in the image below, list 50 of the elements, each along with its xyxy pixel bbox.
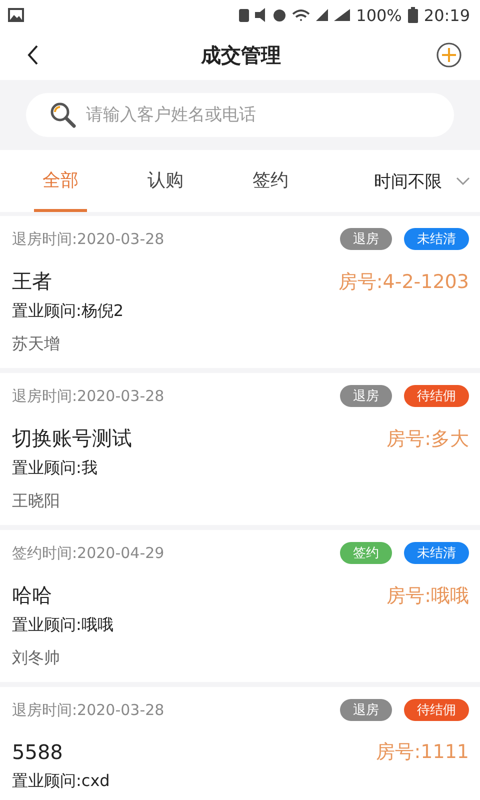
search-bar[interactable]: 请输入客户姓名或电话 <box>26 93 454 137</box>
customer-name: 切换账号测试 <box>12 425 133 452</box>
customer-name: 哈哈 <box>12 582 53 609</box>
client-name: 王晓阳 <box>12 491 61 512</box>
time-filter-dropdown[interactable]: 时间不限 <box>374 150 470 212</box>
chevron-left-icon <box>27 45 39 65</box>
image-icon <box>8 8 24 22</box>
deal-card[interactable]: 退房时间:2020-03-28 退房 待结佣 5588 房号:1111 置业顾问:cxd <box>0 687 480 800</box>
status-tag: 待结佣 <box>404 699 469 721</box>
status-tag: 退房 <box>340 228 392 250</box>
deal-card[interactable]: 签约时间:2020-04-29 签约 未结清 哈哈 房号:哦哦 置业顾问:哦哦 刘冬帅 <box>0 530 480 682</box>
chevron-down-icon <box>456 177 470 185</box>
search-field[interactable]: 请输入客户姓名或电话 <box>84 104 430 126</box>
room-number: 房号:多大 <box>386 426 469 452</box>
battery-icon <box>408 7 418 23</box>
consultant-label: 置业顾问:我 <box>12 458 98 479</box>
mute-icon <box>255 8 268 22</box>
search-icon <box>50 102 76 128</box>
status-tag: 待结佣 <box>404 385 469 407</box>
room-number: 房号:1111 <box>376 740 469 765</box>
status-tag: 未结清 <box>404 542 469 564</box>
consultant-label: 置业顾问:杨倪2 <box>12 301 125 322</box>
deal-card[interactable]: 退房时间:2020-03-28 退房 待结佣 切换账号测试 房号:多大 置业顾问:我 王晓阳 <box>0 373 480 525</box>
plus-circle-icon <box>436 42 462 68</box>
filter-tab[interactable]: 签约 <box>244 150 297 212</box>
battery-level: 100% <box>356 6 402 24</box>
signal-icon <box>334 9 350 21</box>
customer-name: 王者 <box>12 268 53 295</box>
deal-card[interactable]: 退房时间:2020-03-28 退房 未结清 王者 房号:4-2-1203 置业顾问:杨倪2 苏天增 <box>0 216 480 368</box>
consultant-label: 置业顾问:cxd <box>12 771 111 792</box>
page-title: 成交管理 <box>200 42 282 68</box>
room-number: 房号:哦哦 <box>386 584 469 608</box>
room-number: 房号:4-2-1203 <box>338 270 469 294</box>
status-tag: 退房 <box>340 699 392 721</box>
filter-tab[interactable]: 认购 <box>139 150 192 212</box>
deal-time: 退房时间:2020-03-28 <box>12 230 166 248</box>
wifi-icon <box>292 9 310 21</box>
status-tag: 未结清 <box>404 228 469 250</box>
signal-icon <box>316 9 328 21</box>
deal-time: 签约时间:2020-04-29 <box>12 544 166 562</box>
add-button[interactable] <box>434 40 464 70</box>
consultant-label: 置业顾问:哦哦 <box>12 615 114 636</box>
status-tag: 签约 <box>340 542 392 564</box>
client-name: 苏天增 <box>12 334 61 355</box>
clock-time: 20:19 <box>424 6 470 24</box>
status-tag: 退房 <box>340 385 392 407</box>
customer-name: 5588 <box>12 740 64 764</box>
deal-time: 退房时间:2020-03-28 <box>12 386 166 406</box>
deal-time: 退房时间:2020-03-28 <box>12 700 166 720</box>
client-name: 刘冬帅 <box>12 648 61 669</box>
